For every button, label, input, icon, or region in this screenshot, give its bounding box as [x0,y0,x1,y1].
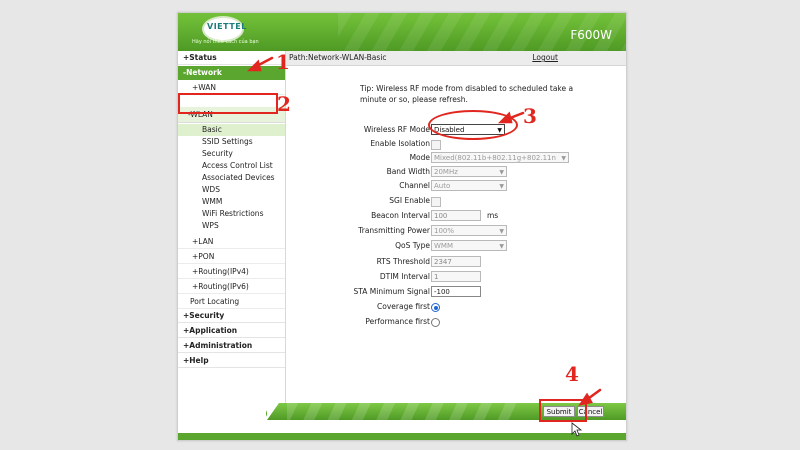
channel-value: Auto [434,182,451,190]
row-qos: QoS Type WMM ▼ [285,240,626,252]
path-bar: Path:Network-WLAN-Basic Logout [285,51,626,66]
sidebar-item-access-control[interactable]: Access Control List [178,160,285,172]
annotation-box-submit [539,399,587,422]
row-mode: Mode Mixed(802.11b+802.11g+802.11n ▼ [285,152,626,164]
power-select[interactable]: 100% ▼ [431,225,507,236]
tip-text: Tip: Wireless RF mode from disabled to s… [360,84,574,104]
annotation-number-1: 1 [276,50,290,74]
annotation-ellipse-rf-mode [428,110,518,140]
row-sgi: SGI Enable [285,195,626,207]
logout-link[interactable]: Logout [532,51,558,65]
dtim-label: DTIM Interval [379,272,430,281]
sta-min-signal-input[interactable]: -100 [431,286,481,297]
sidebar-item-application[interactable]: +Application [178,324,285,338]
power-label: Transmitting Power [358,226,430,235]
sidebar-item-network[interactable]: -Network [178,66,285,80]
sidebar-item-security-wlan[interactable]: Security [178,148,285,160]
beacon-label: Beacon Interval [371,211,430,220]
mode-select[interactable]: Mixed(802.11b+802.11g+802.11n ▼ [431,152,569,163]
power-value: 100% [434,227,455,235]
isolation-label: Enable Isolation [370,139,430,148]
footer-notch [267,403,279,420]
footer-stripes [287,403,517,420]
logo-slogan: Hãy nói theo cách của bạn [192,39,259,45]
isolation-checkbox[interactable] [431,140,441,150]
header-banner: VIETTEL Hãy nói theo cách của bạn F600W [178,13,626,51]
chevron-down-icon: ▼ [499,183,504,190]
row-performance: Performance first [285,316,626,328]
row-sta: STA Minimum Signal -100 [285,286,626,298]
bottom-bar [178,433,626,440]
sidebar-item-port-locating[interactable]: Port Locating [178,294,285,309]
annotation-box-wlan [178,93,278,114]
beacon-unit: ms [487,211,499,220]
annotation-number-4: 4 [565,362,579,386]
qos-label: QoS Type [395,241,430,250]
sidebar-item-status[interactable]: +Status [178,51,285,65]
sidebar-item-lan[interactable]: +LAN [178,234,285,249]
sidebar-item-routing-ipv4[interactable]: +Routing(IPv4) [178,264,285,279]
annotation-number-2: 2 [277,92,291,116]
viettel-logo: VIETTEL Hãy nói theo cách của bạn [192,16,264,48]
row-channel: Channel Auto ▼ [285,180,626,192]
sidebar-item-associated-devices[interactable]: Associated Devices [178,172,285,184]
mode-value: Mixed(802.11b+802.11g+802.11n [434,154,556,162]
sgi-label: SGI Enable [389,196,430,205]
sgi-checkbox[interactable] [431,197,441,207]
sidebar-item-wifi-restrictions[interactable]: WiFi Restrictions [178,208,285,220]
bandwidth-value: 20MHz [434,168,458,176]
sidebar-item-wmm[interactable]: WMM [178,196,285,208]
rf-mode-label: Wireless RF Mode [363,125,430,134]
chevron-down-icon: ▼ [499,243,504,250]
mode-label: Mode [409,153,430,162]
rts-label: RTS Threshold [376,257,430,266]
channel-select[interactable]: Auto ▼ [431,180,507,191]
sidebar-item-security[interactable]: +Security [178,309,285,323]
row-dtim: DTIM Interval 1 [285,271,626,283]
qos-value: WMM [434,242,454,250]
chevron-down-icon: ▼ [499,228,504,235]
dtim-interval-input[interactable]: 1 [431,271,481,282]
row-rts: RTS Threshold 2347 [285,256,626,268]
row-beacon: Beacon Interval 100 ms [285,210,626,222]
device-model: F600W [570,28,612,42]
sidebar-item-administration[interactable]: +Administration [178,339,285,353]
chevron-down-icon: ▼ [499,169,504,176]
sidebar-item-basic[interactable]: Basic [178,124,285,136]
router-admin-window: VIETTEL Hãy nói theo cách của bạn F600W … [177,12,627,441]
logo-brand-text: VIETTEL [207,22,247,31]
chevron-down-icon: ▼ [561,155,566,162]
sidebar-item-ssid-settings[interactable]: SSID Settings [178,136,285,148]
breadcrumb: Path:Network-WLAN-Basic [289,53,387,62]
sidebar-item-wds[interactable]: WDS [178,184,285,196]
performance-label: Performance first [365,317,430,326]
coverage-label: Coverage first [377,302,430,311]
sidebar-item-wps[interactable]: WPS [178,220,285,232]
bandwidth-select[interactable]: 20MHz ▼ [431,166,507,177]
row-bandwidth: Band Width 20MHz ▼ [285,166,626,178]
channel-label: Channel [399,181,430,190]
row-isolation: Enable Isolation [285,138,626,150]
beacon-interval-input[interactable]: 100 [431,210,481,221]
row-power: Transmitting Power 100% ▼ [285,225,626,237]
sidebar-item-pon[interactable]: +PON [178,249,285,264]
rts-threshold-input[interactable]: 2347 [431,256,481,267]
qos-select[interactable]: WMM ▼ [431,240,507,251]
performance-first-radio[interactable] [431,318,440,327]
bandwidth-label: Band Width [386,167,430,176]
row-coverage: Coverage first [285,301,626,313]
sta-label: STA Minimum Signal [353,287,430,296]
sidebar-item-routing-ipv6[interactable]: +Routing(IPv6) [178,279,285,294]
sidebar-item-help[interactable]: +Help [178,354,285,368]
annotation-number-3: 3 [523,104,537,128]
coverage-first-radio[interactable] [431,303,440,312]
